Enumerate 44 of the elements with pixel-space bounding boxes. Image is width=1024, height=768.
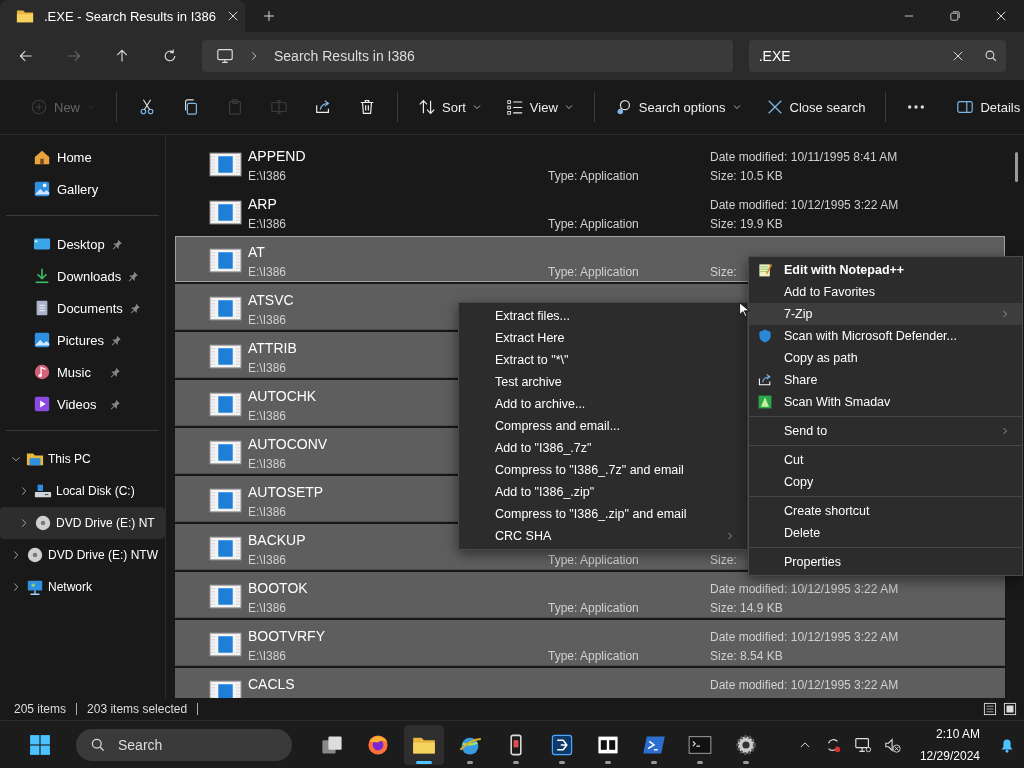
date-modified: Date modified: 10/12/1995 3:22 AM	[710, 630, 899, 644]
file-size: Size: 14.9 KB	[710, 600, 783, 615]
file-path: E:\I386	[248, 504, 287, 519]
file-name: BACKUP	[248, 532, 306, 548]
file-path: E:\I386	[248, 408, 287, 423]
file-size: Size:	[710, 264, 737, 279]
file-type: Type: Application	[548, 552, 639, 567]
file-name: ARP	[248, 196, 277, 212]
file-size: Size: 19.9 KB	[710, 216, 783, 231]
file-path: E:\I386	[248, 216, 287, 231]
file-path: E:\I386	[248, 360, 287, 375]
file-name: AT	[248, 244, 265, 260]
file-size: Size: 8.54 KB	[710, 648, 783, 663]
file-path: E:\I386	[248, 264, 287, 279]
file-name: CACLS	[248, 676, 295, 692]
file-size: Size: 10.5 KB	[710, 168, 783, 183]
file-path: E:\I386	[248, 312, 287, 327]
file-path: E:\I386	[248, 552, 287, 567]
file-name: AUTOSETP	[248, 484, 324, 500]
file-name: AUTOCHK	[248, 388, 317, 404]
file-path: E:\I386	[248, 168, 287, 183]
item-count: 205 items	[14, 702, 67, 716]
file-path: E:\I386	[248, 456, 287, 471]
file-type: Type: Application	[548, 648, 639, 663]
address-path: Search Results in I386	[274, 48, 415, 64]
file-type: Type: Application	[548, 264, 639, 279]
file-name: BOOTVRFY	[248, 628, 325, 644]
file-name: ATSVC	[248, 292, 294, 308]
file-name: ATTRIB	[248, 340, 297, 356]
date-modified: Date modified: 10/12/1995 3:22 AM	[710, 582, 899, 596]
file-path: E:\I386	[248, 648, 287, 663]
date-modified: Date modified: 10/12/1995 3:22 AM	[710, 198, 899, 212]
file-size: Size:	[710, 552, 737, 567]
file-type: Type: Application	[548, 600, 639, 615]
date-modified: Date modified: 10/11/1995 8:41 AM	[710, 150, 898, 164]
file-type: Type: Application	[548, 168, 639, 183]
file-name: AUTOCONV	[248, 436, 328, 452]
selection-count: 203 items selected	[87, 702, 188, 716]
file-type: Type: Application	[548, 216, 639, 231]
date-modified: Date modified: 10/12/1995 3:22 AM	[710, 678, 899, 692]
file-path: E:\I386	[248, 600, 287, 615]
file-name: APPEND	[248, 148, 306, 164]
tab-title: .EXE - Search Results in I386	[44, 8, 216, 24]
file-name: BOOTOK	[248, 580, 308, 596]
